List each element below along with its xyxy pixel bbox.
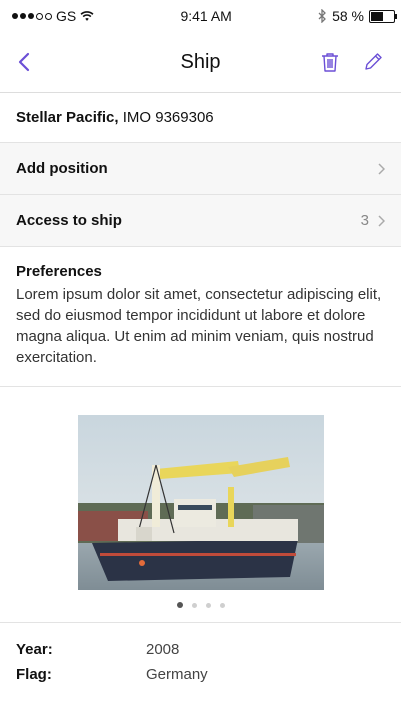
pager-dot[interactable] bbox=[219, 602, 225, 608]
access-to-ship-right: 3 bbox=[361, 212, 385, 229]
access-to-ship-label: Access to ship bbox=[16, 212, 122, 229]
battery-fill bbox=[371, 11, 384, 21]
signal-strength-icon bbox=[12, 12, 52, 20]
flag-value: Germany bbox=[146, 666, 208, 683]
year-row: Year: 2008 bbox=[16, 637, 385, 662]
chevron-right-icon bbox=[378, 214, 385, 227]
ship-details: Year: 2008 Flag: Germany bbox=[0, 623, 401, 687]
delete-button[interactable] bbox=[317, 48, 343, 77]
ship-title: Stellar Pacific, IMO 9369306 bbox=[16, 109, 214, 126]
year-value: 2008 bbox=[146, 641, 180, 658]
battery-icon bbox=[369, 9, 397, 23]
flag-row: Flag: Germany bbox=[16, 662, 385, 687]
nav-actions bbox=[317, 48, 387, 77]
year-label: Year: bbox=[16, 641, 53, 658]
back-button[interactable] bbox=[14, 48, 34, 76]
flag-label: Flag: bbox=[16, 666, 52, 683]
ship-title-row: Stellar Pacific, IMO 9369306 bbox=[0, 93, 401, 143]
status-left: GS bbox=[12, 8, 94, 24]
add-position-label: Add position bbox=[16, 160, 108, 177]
pager-dot[interactable] bbox=[205, 602, 211, 608]
status-time: 9:41 AM bbox=[180, 8, 232, 24]
ship-screen: GS 9:41 AM 58 % Ship Stellar Pacific, IM… bbox=[0, 0, 401, 713]
add-position-right bbox=[377, 162, 385, 175]
preferences-section: Preferences Lorem ipsum dolor sit amet, … bbox=[0, 247, 401, 387]
status-right: 58 % bbox=[318, 8, 397, 24]
access-to-ship-row[interactable]: Access to ship 3 bbox=[0, 195, 401, 247]
preferences-title: Preferences bbox=[16, 263, 102, 280]
battery-percent: 58 % bbox=[332, 8, 364, 24]
pager-dot[interactable] bbox=[191, 602, 197, 608]
gallery-pager[interactable] bbox=[176, 602, 225, 608]
preferences-text: Lorem ipsum dolor sit amet, consectetur … bbox=[16, 286, 382, 366]
chevron-right-icon bbox=[378, 162, 385, 175]
pencil-icon bbox=[365, 53, 382, 70]
edit-button[interactable] bbox=[359, 48, 387, 76]
ship-imo: IMO 9369306 bbox=[118, 109, 214, 126]
ship-photo[interactable] bbox=[77, 415, 324, 590]
bluetooth-icon bbox=[318, 9, 326, 23]
navigation-bar: Ship bbox=[0, 32, 401, 93]
trash-icon bbox=[322, 52, 338, 72]
ship-name: Stellar Pacific, bbox=[16, 109, 119, 126]
add-position-row[interactable]: Add position bbox=[0, 143, 401, 195]
status-bar: GS 9:41 AM 58 % bbox=[0, 0, 401, 32]
carrier-label: GS bbox=[56, 8, 77, 24]
pager-dot[interactable] bbox=[176, 602, 183, 608]
photo-gallery[interactable] bbox=[0, 387, 401, 623]
access-count: 3 bbox=[360, 212, 369, 229]
wifi-icon bbox=[80, 11, 94, 21]
chevron-left-icon bbox=[18, 52, 30, 72]
